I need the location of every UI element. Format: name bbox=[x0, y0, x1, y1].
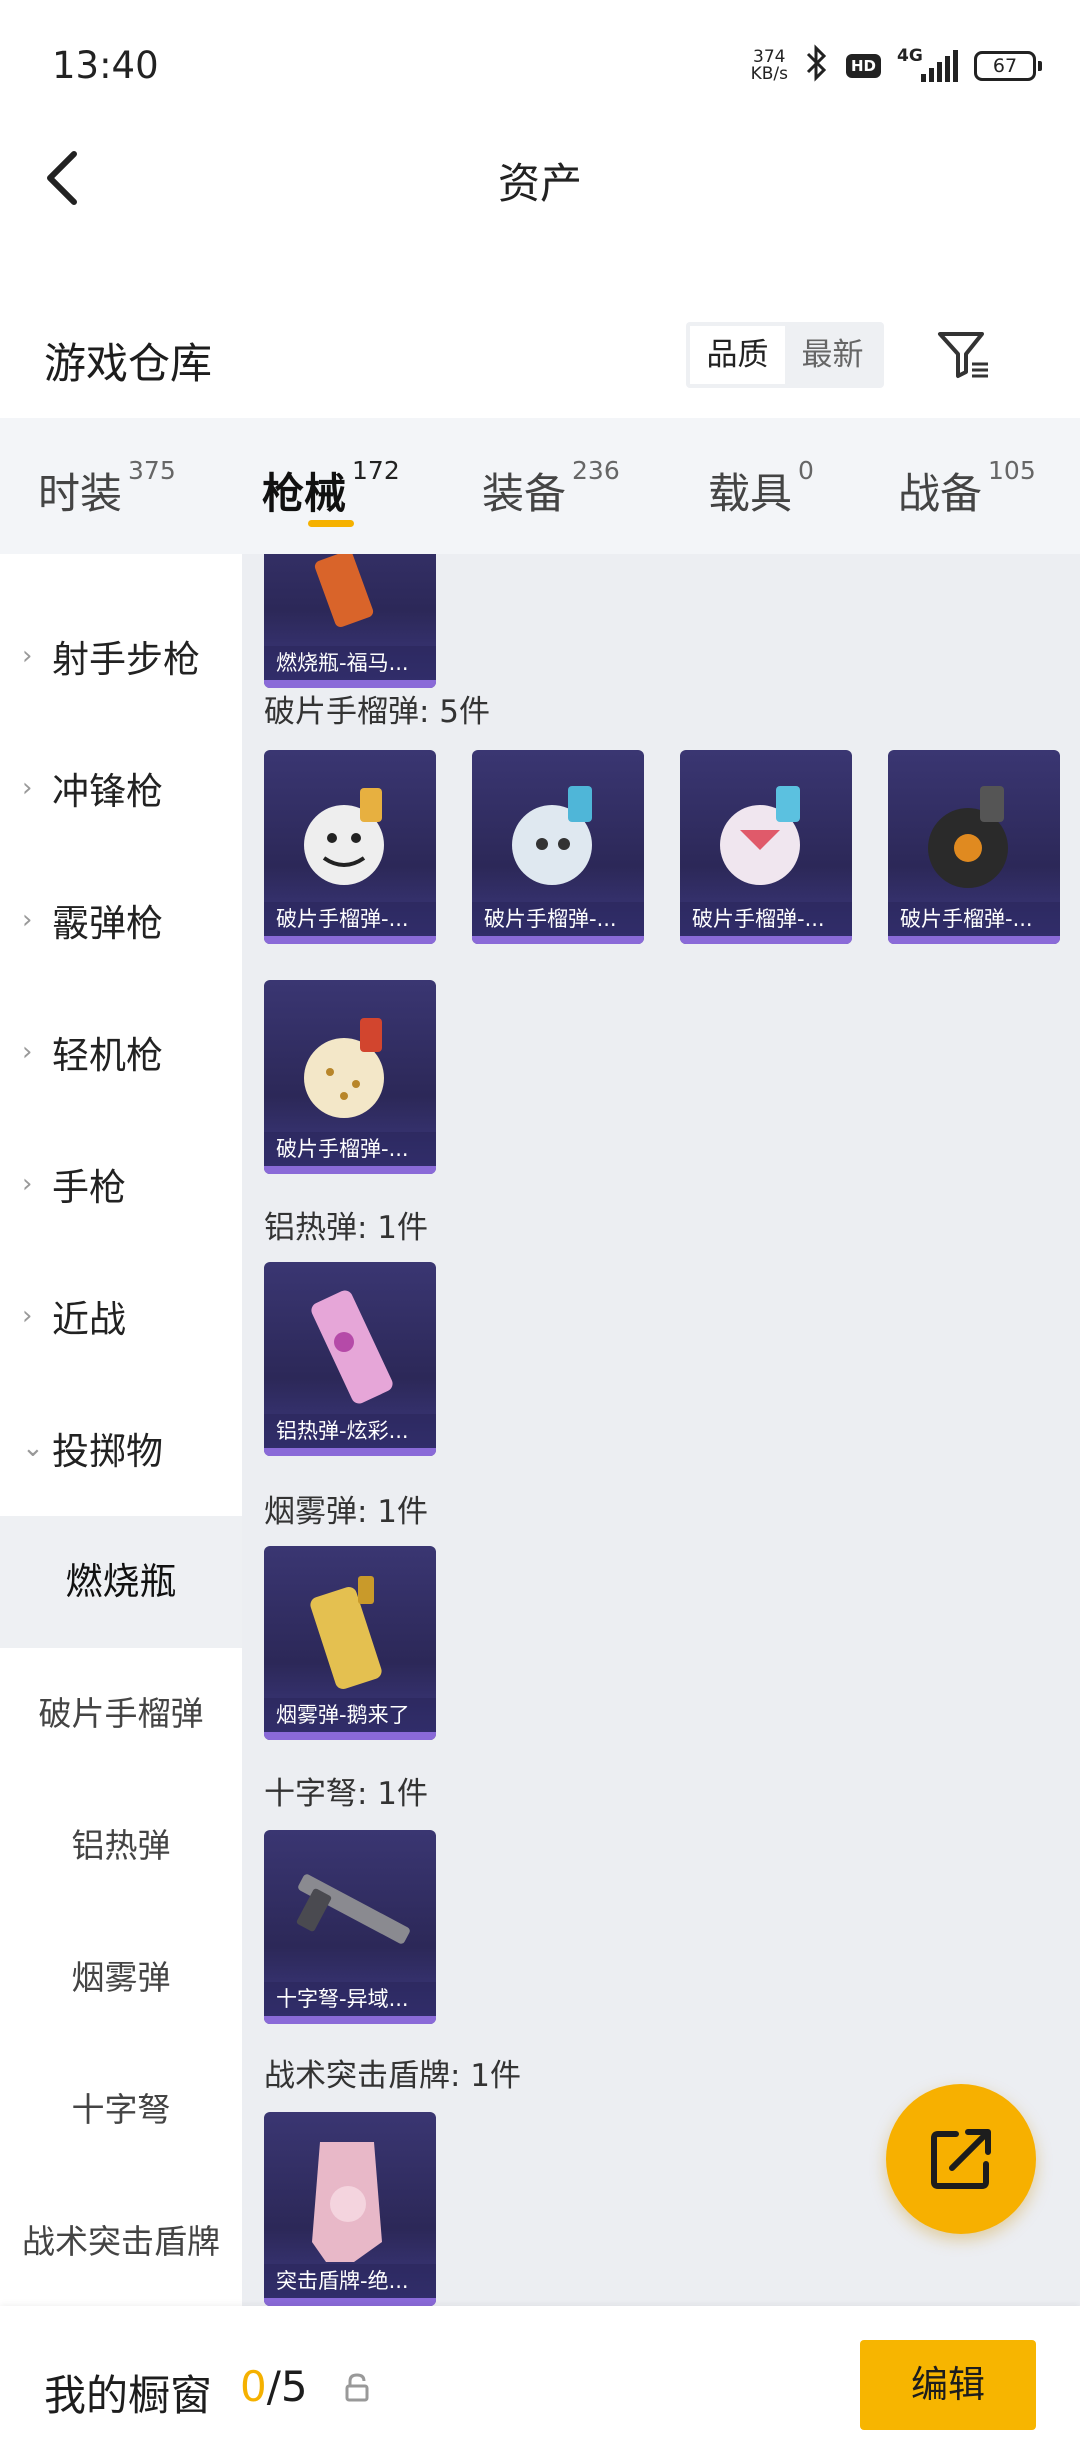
showcase-label: 我的橱窗 bbox=[44, 2371, 213, 2420]
item-card[interactable]: 破片手榴弹-... bbox=[888, 750, 1060, 944]
net-speed: 374 KB/s bbox=[750, 47, 788, 84]
bluetooth-icon bbox=[804, 44, 830, 88]
sidebar-sub-molotov[interactable]: 燃烧瓶 bbox=[0, 1516, 242, 1648]
status-bar: 13:40 374 KB/s HD 4G 67 bbox=[0, 0, 1080, 130]
group-title: 烟雾弹: 1件 bbox=[264, 1494, 429, 1530]
status-icons: 374 KB/s HD 4G 67 bbox=[750, 44, 1042, 88]
grenade-icon bbox=[304, 1018, 384, 1118]
sidebar-sub-crossbow[interactable]: 十字弩 bbox=[0, 2044, 242, 2176]
crossbow-icon bbox=[296, 1874, 410, 1944]
sidebar-item-pistol[interactable]: › 手枪 bbox=[0, 1118, 242, 1250]
bottom-bar: 我的橱窗 0/5 编辑 bbox=[0, 2306, 1080, 2460]
sidebar-item-melee[interactable]: › 近战 bbox=[0, 1250, 242, 1382]
molotov-icon bbox=[314, 554, 374, 628]
category-tabs: 时装 375 枪械 172 装备 236 载具 0 战备 105 bbox=[0, 418, 1080, 554]
item-card[interactable]: 破片手榴弹-... bbox=[264, 750, 436, 944]
shield-icon bbox=[312, 2142, 382, 2262]
tab-equipment[interactable]: 装备 236 bbox=[482, 456, 620, 521]
sidebar-item-throwables[interactable]: ⌄ 投掷物 bbox=[0, 1382, 242, 1514]
item-card[interactable]: 破片手榴弹-... bbox=[472, 750, 644, 944]
sort-latest-button[interactable]: 最新 bbox=[785, 326, 880, 384]
filter-icon bbox=[938, 332, 988, 378]
signal-icon: 4G bbox=[897, 46, 958, 82]
status-time: 13:40 bbox=[52, 44, 159, 87]
chevron-right-icon: › bbox=[22, 773, 33, 803]
edit-button[interactable]: 编辑 bbox=[860, 2340, 1036, 2430]
tab-fashion[interactable]: 时装 375 bbox=[38, 456, 176, 521]
showcase-count: 0/5 bbox=[240, 2362, 308, 2411]
grenade-icon bbox=[928, 786, 1008, 888]
item-grid: 燃烧瓶-福马... 破片手榴弹: 5件 破片手榴弹-... 破片手榴弹-... … bbox=[242, 554, 1080, 2306]
page-title: 资产 bbox=[497, 159, 582, 208]
item-card[interactable]: 突击盾牌-绝... bbox=[264, 2112, 436, 2306]
tab-vehicles[interactable]: 载具 0 bbox=[708, 456, 814, 521]
group-title: 十字弩: 1件 bbox=[264, 1776, 429, 1812]
item-card[interactable]: 破片手榴弹-... bbox=[264, 980, 436, 1174]
item-card[interactable]: 烟雾弹-鹅来了 bbox=[264, 1546, 436, 1740]
sidebar-sub-thermite[interactable]: 铝热弹 bbox=[0, 1780, 242, 1912]
lock-icon bbox=[345, 2373, 369, 2402]
sidebar-item-lmg[interactable]: › 轻机枪 bbox=[0, 986, 242, 1118]
battery-icon: 67 bbox=[974, 51, 1042, 81]
chevron-down-icon: ⌄ bbox=[22, 1433, 44, 1463]
chevron-right-icon: › bbox=[22, 1301, 33, 1331]
thermite-icon bbox=[311, 1290, 393, 1404]
hd-badge: HD bbox=[845, 54, 881, 78]
sidebar-item-smg[interactable]: › 冲锋枪 bbox=[0, 722, 242, 854]
item-card[interactable]: 铝热弹-炫彩... bbox=[264, 1262, 436, 1456]
grenade-icon bbox=[304, 788, 384, 885]
group-title: 战术突击盾牌: 1件 bbox=[264, 2058, 522, 2094]
sidebar-sub-smoke[interactable]: 烟雾弹 bbox=[0, 1912, 242, 2044]
group-title: 铝热弹: 1件 bbox=[264, 1210, 429, 1246]
tab-readiness[interactable]: 战备 105 bbox=[898, 456, 1036, 521]
sidebar-item-shotgun[interactable]: › 霰弹枪 bbox=[0, 854, 242, 986]
sidebar: › 射手步枪 › 冲锋枪 › 霰弹枪 › 轻机枪 › 手枪 › 近战 ⌄ 投掷物 燃烧瓶 破片… bbox=[0, 554, 242, 2306]
smoke-grenade-icon bbox=[310, 1576, 382, 1689]
tab-guns[interactable]: 枪械 172 bbox=[262, 456, 400, 521]
chevron-right-icon: › bbox=[22, 905, 33, 935]
warehouse-title: 游戏仓库 bbox=[44, 339, 213, 388]
share-fab-button[interactable] bbox=[886, 2084, 1036, 2234]
chevron-right-icon: › bbox=[22, 1169, 33, 1199]
group-title: 破片手榴弹: 5件 bbox=[264, 694, 491, 730]
sidebar-sub-frag-grenade[interactable]: 破片手榴弹 bbox=[0, 1648, 242, 1780]
chevron-right-icon: › bbox=[22, 1037, 33, 1067]
sidebar-sub-shield[interactable]: 战术突击盾牌 bbox=[0, 2176, 242, 2306]
filter-button[interactable] bbox=[936, 326, 992, 382]
chevron-right-icon: › bbox=[22, 641, 33, 671]
sort-toggle: 品质 最新 bbox=[686, 322, 884, 388]
item-card[interactable]: 破片手榴弹-... bbox=[680, 750, 852, 944]
item-card[interactable]: 十字弩-异域... bbox=[264, 1830, 436, 2024]
item-card[interactable]: 燃烧瓶-福马... bbox=[264, 554, 436, 688]
active-tab-indicator bbox=[308, 520, 354, 527]
grenade-icon bbox=[720, 786, 800, 885]
sidebar-item-marksman-rifle[interactable]: › 射手步枪 bbox=[0, 590, 242, 722]
sort-quality-button[interactable]: 品质 bbox=[690, 326, 785, 384]
grenade-icon bbox=[512, 786, 592, 885]
external-link-icon bbox=[931, 2129, 991, 2189]
